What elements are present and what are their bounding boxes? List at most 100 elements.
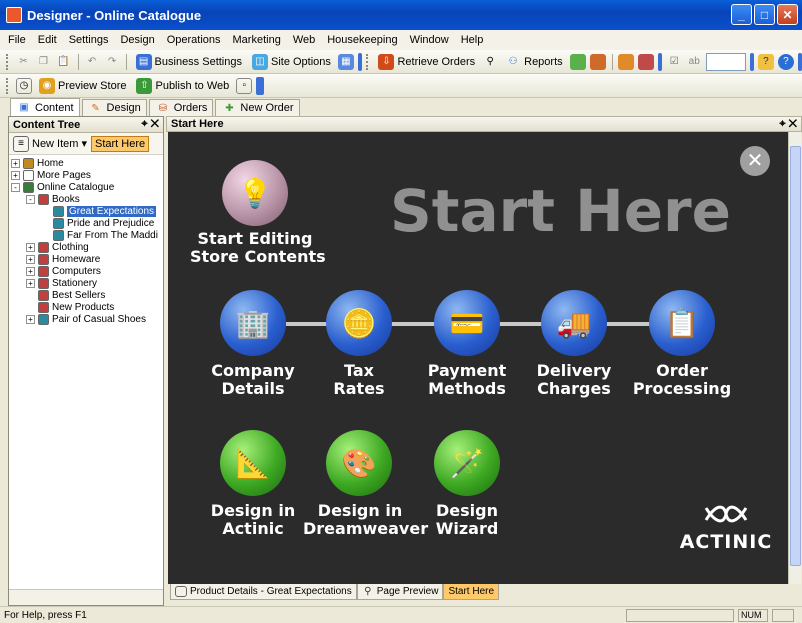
menu-operations[interactable]: Operations (167, 34, 221, 46)
design-in-dreamweaver-label[interactable]: Design in Dreamweaver (303, 502, 428, 538)
copy-icon[interactable]: ❐ (36, 54, 52, 70)
company-details-label[interactable]: Company Details (203, 362, 303, 398)
business-settings-button[interactable]: ▤ Business Settings (133, 52, 245, 72)
tab-orders[interactable]: ⛁ Orders (148, 99, 214, 116)
marketing-icon[interactable] (569, 53, 586, 70)
window-layout-icon[interactable]: ▦ (337, 53, 354, 70)
menu-housekeeping[interactable]: Housekeeping (327, 34, 397, 46)
preview-store-button[interactable]: ◉ Preview Store (36, 76, 129, 96)
toolbar-search-input[interactable] (706, 52, 746, 71)
toolbar-overflow-icon[interactable] (256, 76, 265, 95)
menu-settings[interactable]: Settings (69, 34, 109, 46)
menu-web[interactable]: Web (293, 34, 315, 46)
customer-icon[interactable] (618, 53, 635, 70)
minimize-button[interactable]: _ (731, 4, 752, 25)
menu-help[interactable]: Help (461, 34, 484, 46)
redo-icon[interactable]: ↷ (104, 54, 120, 70)
tab-start-here[interactable]: Start Here (443, 584, 500, 600)
reports-button[interactable]: ⚇ Reports (502, 52, 566, 72)
close-start-here-button[interactable]: ✕ (740, 146, 770, 176)
maximize-button[interactable]: □ (754, 4, 775, 25)
start-here-button[interactable]: Start Here (91, 135, 150, 152)
start-editing-button[interactable]: 💡 (222, 160, 288, 226)
design-in-actinic-label[interactable]: Design in Actinic (203, 502, 303, 538)
site-options-button[interactable]: ◫ Site Options (249, 52, 334, 72)
tip-icon[interactable]: ? (757, 53, 774, 70)
paste-icon[interactable]: 📋 (56, 54, 72, 70)
toolbar-overflow-icon[interactable] (749, 52, 754, 71)
delivery-charges-button[interactable]: 🚚 (541, 290, 607, 356)
tab-new-order[interactable]: ✚ New Order (215, 99, 300, 116)
tree-expander-icon[interactable]: + (26, 242, 35, 252)
toolbar-overflow-icon[interactable] (797, 52, 802, 71)
order-processing-button[interactable]: 📋 (649, 290, 715, 356)
menu-file[interactable]: File (8, 34, 26, 46)
tab-content[interactable]: ▣ Content (10, 98, 80, 116)
horizontal-scrollbar[interactable] (9, 589, 163, 605)
undo-icon[interactable]: ↶ (84, 54, 100, 70)
payment-methods-label[interactable]: Payment Methods (417, 362, 517, 398)
start-editing-label[interactable]: Start Editing Store Contents (190, 230, 326, 266)
help-icon[interactable]: ? (777, 53, 794, 70)
panel-pin-close[interactable]: ⌖ ✕ (141, 118, 159, 131)
menu-design[interactable]: Design (120, 34, 154, 46)
binoculars-icon[interactable]: ⚲ (482, 54, 498, 70)
tree-expander-icon[interactable]: + (26, 254, 35, 264)
toolbar-grip[interactable] (6, 77, 9, 94)
tree-item[interactable]: + More Pages (11, 169, 163, 181)
menu-window[interactable]: Window (410, 34, 449, 46)
tree-item[interactable]: + Home (11, 157, 163, 169)
tree-item[interactable]: + Stationery (11, 277, 163, 289)
tab-design[interactable]: ✎ Design (81, 99, 147, 116)
tree-item[interactable]: + Clothing (11, 241, 163, 253)
toolbar-overflow-icon[interactable] (357, 52, 362, 71)
tree-item[interactable]: Far From The Maddi (11, 229, 163, 241)
new-item-button[interactable]: ≡ New Item ▾ (13, 135, 87, 152)
users-icon[interactable] (638, 53, 655, 70)
tree-item[interactable]: + Computers (11, 265, 163, 277)
tree-expander-icon[interactable]: + (11, 170, 20, 180)
checkbox-icon[interactable]: ☑ (666, 54, 682, 70)
tab-product-details[interactable]: Product Details - Great Expectations (170, 584, 357, 600)
tree-item[interactable]: Great Expectations (11, 205, 163, 217)
tree-expander-icon[interactable]: + (11, 158, 20, 168)
refresh-icon[interactable]: ◷ (16, 77, 32, 94)
page-icon[interactable]: ▫ (236, 77, 253, 94)
tree-item[interactable]: New Products (11, 301, 163, 313)
design-wizard-label[interactable]: Design Wizard (417, 502, 517, 538)
tree-item[interactable]: Best Sellers (11, 289, 163, 301)
company-details-button[interactable]: 🏢 (220, 290, 286, 356)
tree-item[interactable]: - Books (11, 193, 163, 205)
spell-check-icon[interactable]: ab (686, 54, 702, 70)
product-icon[interactable] (589, 53, 606, 70)
close-window-button[interactable]: ✕ (777, 4, 798, 25)
panel-pin-close[interactable]: ⌖ ✕ (779, 118, 797, 131)
tree-expander-icon[interactable]: + (26, 266, 35, 276)
delivery-charges-label[interactable]: Delivery Charges (524, 362, 624, 398)
order-processing-label[interactable]: Order Processing (629, 362, 735, 398)
tree-expander-icon[interactable]: - (11, 182, 20, 192)
tab-page-preview[interactable]: ⚲ Page Preview (356, 584, 444, 600)
tax-rates-button[interactable]: 🪙 (326, 290, 392, 356)
payment-methods-button[interactable]: 💳 (434, 290, 500, 356)
toolbar-overflow-icon[interactable] (658, 52, 663, 71)
scrollbar-thumb[interactable] (790, 146, 801, 566)
tree-item[interactable]: + Pair of Casual Shoes (11, 313, 163, 325)
menu-edit[interactable]: Edit (38, 34, 57, 46)
tree-expander-icon[interactable]: + (26, 278, 35, 288)
toolbar-grip[interactable] (365, 53, 369, 70)
tree-item[interactable]: - Online Catalogue (11, 181, 163, 193)
tree-item[interactable]: + Homeware (11, 253, 163, 265)
design-wizard-button[interactable]: 🪄 (434, 430, 500, 496)
tree-item[interactable]: Pride and Prejudice (11, 217, 163, 229)
cut-icon[interactable]: ✂ (16, 54, 32, 70)
design-in-actinic-button[interactable]: 📐 (220, 430, 286, 496)
vertical-scrollbar[interactable] (788, 132, 801, 584)
tree-expander-icon[interactable]: - (26, 194, 35, 204)
tree-expander-icon[interactable]: + (26, 314, 35, 324)
publish-to-web-button[interactable]: ⇧ Publish to Web (133, 76, 232, 96)
menu-marketing[interactable]: Marketing (233, 34, 281, 46)
toolbar-grip[interactable] (6, 53, 9, 70)
retrieve-orders-button[interactable]: ⇩ Retrieve Orders (375, 52, 478, 72)
design-in-dreamweaver-button[interactable]: 🎨 (326, 430, 392, 496)
